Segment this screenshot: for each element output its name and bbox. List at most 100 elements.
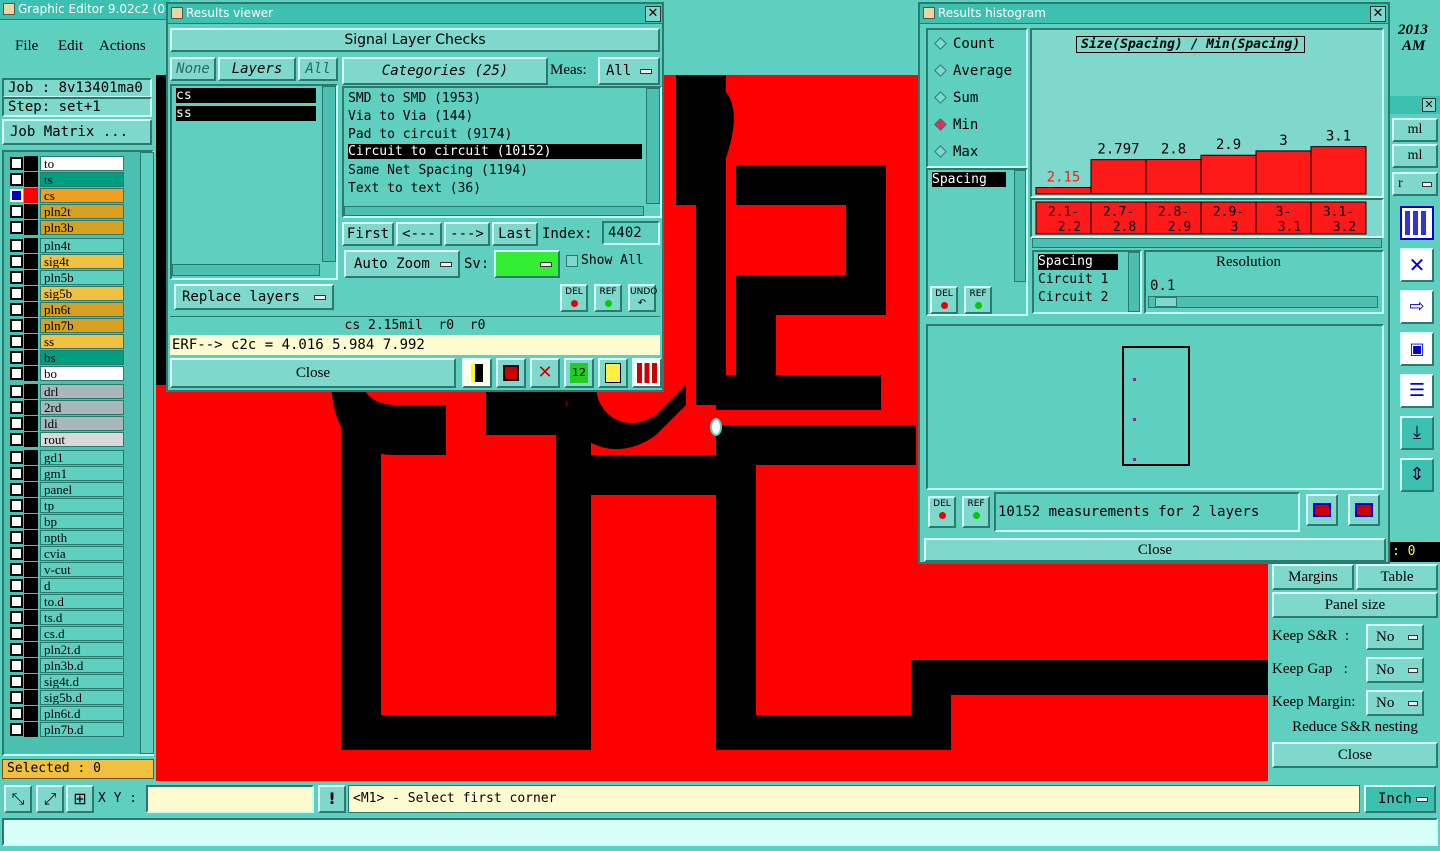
layer-affected-indicator[interactable] [24, 722, 38, 737]
layer-checkbox[interactable] [10, 659, 23, 672]
layer-checkbox[interactable] [10, 433, 23, 446]
layer-row-pln3b[interactable]: pln3b [8, 220, 124, 235]
layer-affected-indicator[interactable] [24, 432, 38, 447]
layer-checkbox[interactable] [10, 189, 23, 202]
layer-row-d[interactable]: d [8, 578, 124, 593]
undo-icon[interactable]: UNDO ↶ [628, 284, 657, 312]
layer-row-ldi[interactable]: ldi [8, 416, 124, 431]
layer-row-v-cut[interactable]: v-cut [8, 562, 124, 577]
aggregate-option-max[interactable]: Max [932, 144, 978, 164]
move-tool-icon[interactable]: ⇨ [1400, 290, 1434, 324]
layer-row-pln5b[interactable]: pln5b [8, 270, 124, 285]
layer-checkbox[interactable] [10, 627, 23, 640]
layer-row-pln4t[interactable]: pln4t [8, 238, 124, 253]
histogram-bar[interactable] [1310, 146, 1367, 195]
layer-affected-indicator[interactable] [24, 626, 38, 641]
window-system-icon[interactable] [171, 7, 183, 19]
layer-row-bp[interactable]: bp [8, 514, 124, 529]
results-histogram-close-icon[interactable]: ✕ [1370, 6, 1386, 22]
layer-row-bo[interactable]: bo [8, 366, 124, 381]
layer-checkbox[interactable] [10, 221, 23, 234]
layer-affected-indicator[interactable] [24, 562, 38, 577]
histogram-bar[interactable] [1090, 159, 1147, 195]
layer-row-pln2t.d[interactable]: pln2t.d [8, 642, 124, 657]
layer-affected-indicator[interactable] [24, 690, 38, 705]
layer-list-scrollbar[interactable] [140, 152, 154, 754]
layers-none-button[interactable]: None [170, 57, 216, 81]
export-right-icon[interactable] [1348, 494, 1380, 526]
layer-affected-indicator[interactable] [24, 610, 38, 625]
histogram-del-icon[interactable]: DEL [930, 286, 958, 314]
layer-affected-indicator[interactable] [24, 658, 38, 673]
layer-affected-indicator[interactable] [24, 366, 38, 381]
unit-dropdown[interactable]: Inch [1364, 785, 1436, 813]
layer-affected-indicator[interactable] [24, 546, 38, 561]
layer-row-pln6t[interactable]: pln6t [8, 302, 124, 317]
layer-checkbox[interactable] [10, 691, 23, 704]
layer-checkbox[interactable] [10, 205, 23, 218]
layer-checkbox[interactable] [10, 707, 23, 720]
layer-affected-indicator[interactable] [24, 498, 38, 513]
layer-checkbox[interactable] [10, 451, 23, 464]
first-button[interactable]: First [342, 222, 394, 246]
categories-hscroll[interactable] [344, 206, 644, 216]
layer-row-sig5b[interactable]: sig5b [8, 286, 124, 301]
layer-row-ss[interactable]: ss [8, 334, 124, 349]
layers-all-button[interactable]: All [298, 57, 338, 81]
layer-row-gd1[interactable]: gd1 [8, 450, 124, 465]
layer-row-pln6t.d[interactable]: pln6t.d [8, 706, 124, 721]
layer-affected-indicator[interactable] [24, 350, 38, 365]
keep-gap-dropdown[interactable]: No [1366, 657, 1424, 683]
radio-diamond-icon[interactable] [934, 145, 947, 158]
layer-checkbox[interactable] [10, 173, 23, 186]
histogram-ref-icon[interactable]: REF [964, 286, 992, 314]
meas-dropdown[interactable]: All [598, 57, 660, 85]
last-button[interactable]: Last [492, 222, 538, 246]
index-input[interactable]: 4402 [602, 221, 660, 245]
histogram-close-button[interactable]: Close [924, 538, 1386, 562]
keep-sr-dropdown[interactable]: No [1366, 624, 1424, 650]
layer-checkbox[interactable] [10, 563, 23, 576]
categories-vscroll[interactable] [646, 88, 660, 204]
del-icon[interactable]: DEL [560, 284, 588, 312]
layers-button[interactable]: Layers [218, 57, 296, 81]
layer-checkbox[interactable] [10, 643, 23, 656]
layer-checkbox[interactable] [10, 351, 23, 364]
layer-affected-indicator[interactable] [24, 238, 38, 253]
grid-view-icon[interactable] [1400, 206, 1434, 240]
r-dropdown[interactable]: r [1392, 172, 1438, 196]
layers-list-vscroll[interactable] [322, 86, 336, 262]
sub-item-circuit-1[interactable]: Circuit 1 [1038, 272, 1108, 288]
layer-row-sig4t[interactable]: sig4t [8, 254, 124, 269]
layer-affected-indicator[interactable] [24, 384, 38, 399]
ml-button-1[interactable]: ml [1392, 118, 1438, 142]
down-arrow-tool-icon[interactable]: ⤓ [1400, 416, 1434, 450]
layer-affected-indicator[interactable] [24, 220, 38, 235]
ref-icon[interactable]: REF [594, 284, 622, 312]
results-viewer-close-icon[interactable]: ✕ [645, 6, 661, 22]
layer-checkbox[interactable] [10, 675, 23, 688]
category-item[interactable]: Text to text (36) [348, 180, 481, 198]
layer-affected-indicator[interactable] [24, 172, 38, 187]
layer-checkbox[interactable] [10, 367, 23, 380]
auto-zoom-dropdown[interactable]: Auto Zoom [344, 250, 460, 278]
layer-checkbox[interactable] [10, 483, 23, 496]
split-tool-icon[interactable]: ⇕ [1400, 458, 1434, 492]
next-button[interactable]: ---> [444, 222, 490, 246]
layer-checkbox[interactable] [10, 515, 23, 528]
layer-checkbox[interactable] [10, 335, 23, 348]
radio-diamond-icon[interactable] [934, 37, 947, 50]
histogram-bar[interactable] [1145, 159, 1202, 195]
layer-list-item-cs[interactable]: cs [176, 88, 316, 103]
panelize-close-button[interactable]: Close [1272, 742, 1438, 768]
viewer-close-button[interactable]: Close [170, 358, 456, 388]
results-histogram-titlebar[interactable]: Results histogram [920, 4, 1388, 24]
layer-checkbox[interactable] [10, 499, 23, 512]
layer-affected-indicator[interactable] [24, 450, 38, 465]
layer-checkbox[interactable] [10, 579, 23, 592]
layer-row-to.d[interactable]: to.d [8, 594, 124, 609]
layer-checkbox[interactable] [10, 303, 23, 316]
layer-row-sig5b.d[interactable]: sig5b.d [8, 690, 124, 705]
slider-thumb[interactable] [1155, 297, 1177, 307]
layer-row-sig4t.d[interactable]: sig4t.d [8, 674, 124, 689]
